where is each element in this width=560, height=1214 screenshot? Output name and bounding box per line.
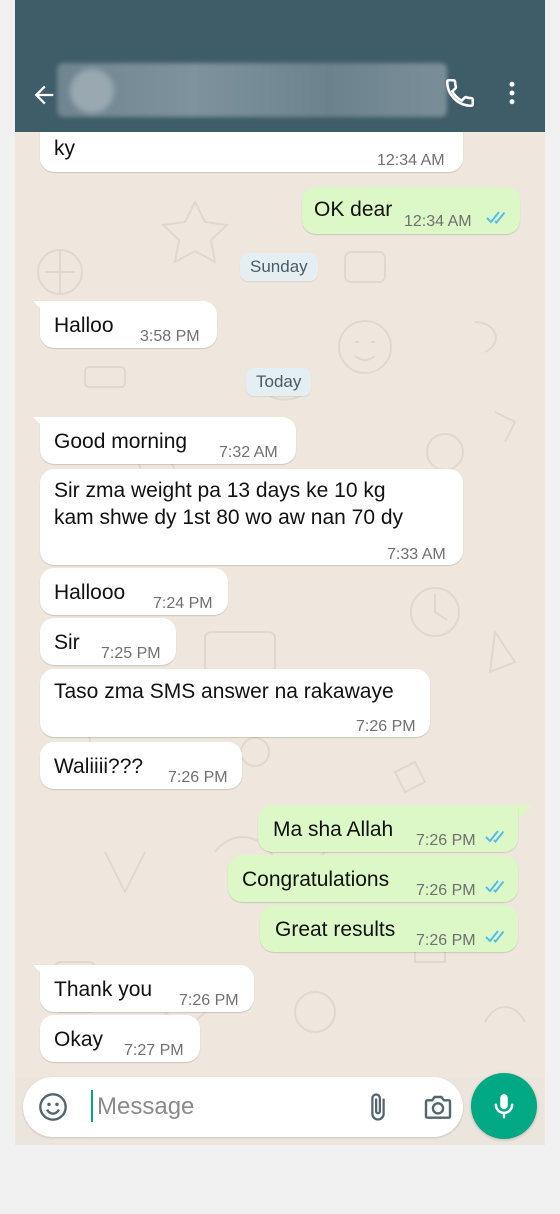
message-text-line: Sir zma weight pa 13 days ke 10 kg bbox=[54, 479, 386, 502]
voice-message-button[interactable] bbox=[471, 1073, 537, 1139]
message-text: Great results bbox=[275, 918, 396, 941]
message-text: Congratulations bbox=[242, 868, 390, 891]
message-incoming[interactable]: Good morning 7:32 AM bbox=[40, 417, 296, 464]
system-nav-area bbox=[15, 1145, 545, 1214]
read-receipt-icon bbox=[485, 930, 505, 943]
message-text: Ma sha Allah bbox=[273, 818, 394, 841]
camera-icon[interactable] bbox=[421, 1091, 455, 1123]
date-divider: Today bbox=[246, 368, 312, 396]
message-text: Thank you bbox=[54, 978, 153, 1001]
message-text: Taso zma SMS answer na rakawaye bbox=[54, 680, 394, 703]
message-text: Halloo bbox=[54, 314, 114, 337]
date-label: Today bbox=[256, 372, 302, 391]
message-text: OK dear bbox=[314, 198, 393, 221]
message-time: 7:26 PM bbox=[179, 992, 239, 1009]
more-vert-icon bbox=[509, 81, 515, 105]
avatar[interactable] bbox=[70, 69, 114, 113]
message-time: 12:34 AM bbox=[404, 213, 472, 230]
chat-header bbox=[15, 58, 545, 132]
contact-name-blurred[interactable] bbox=[57, 63, 447, 117]
left-edge bbox=[0, 0, 15, 1214]
message-time: 7:25 PM bbox=[101, 645, 161, 662]
mic-icon bbox=[494, 1094, 514, 1119]
message-text-line: kam shwe dy 1st 80 wo aw nan 70 dy bbox=[54, 506, 404, 529]
message-text: Good morning bbox=[54, 430, 188, 453]
message-incoming[interactable]: Sir zma weight pa 13 days ke 10 kg kam s… bbox=[40, 469, 463, 565]
message-incoming[interactable]: Waliiii??? 7:26 PM bbox=[40, 742, 242, 789]
message-list[interactable]: ky 12:34 AM OK dear 12:34 AM Sunday Hall… bbox=[15, 132, 545, 1077]
message-outgoing[interactable]: OK dear 12:34 AM bbox=[302, 187, 520, 234]
message-incoming[interactable]: Okay 7:27 PM bbox=[40, 1015, 200, 1062]
message-time: 7:32 AM bbox=[219, 444, 278, 461]
status-bar bbox=[15, 0, 545, 58]
message-incoming[interactable]: Hallooo 7:24 PM bbox=[40, 568, 228, 615]
message-time: 7:27 PM bbox=[124, 1042, 184, 1059]
message-time: 7:26 PM bbox=[416, 832, 476, 849]
message-text: Sir bbox=[54, 631, 80, 654]
message-text: ky bbox=[54, 137, 75, 160]
message-incoming[interactable]: Thank you 7:26 PM bbox=[40, 965, 254, 1012]
message-outgoing[interactable]: Congratulations 7:26 PM bbox=[228, 855, 518, 902]
message-text: Waliiii??? bbox=[54, 755, 144, 778]
message-time: 7:26 PM bbox=[416, 882, 476, 899]
voice-call-button[interactable] bbox=[443, 76, 477, 110]
message-outgoing[interactable]: Great results 7:26 PM bbox=[260, 905, 518, 952]
text-cursor bbox=[91, 1090, 93, 1122]
bubble-tail bbox=[518, 805, 532, 819]
message-incoming[interactable]: Halloo 3:58 PM bbox=[40, 301, 217, 348]
message-incoming[interactable]: ky 12:34 AM bbox=[40, 132, 463, 172]
chat-screen: ky 12:34 AM OK dear 12:34 AM Sunday Hall… bbox=[15, 0, 545, 1214]
message-time: 7:33 AM bbox=[387, 546, 446, 563]
message-text: Hallooo bbox=[54, 581, 126, 604]
right-edge bbox=[545, 0, 560, 1214]
date-divider: Sunday bbox=[240, 253, 318, 281]
message-time: 3:58 PM bbox=[140, 328, 200, 345]
emoji-icon[interactable] bbox=[37, 1091, 69, 1123]
read-receipt-icon bbox=[485, 830, 505, 843]
date-label: Sunday bbox=[250, 257, 308, 276]
voice-call-icon bbox=[445, 78, 475, 108]
message-incoming[interactable]: Sir 7:25 PM bbox=[40, 618, 176, 665]
arrow-back-icon bbox=[34, 85, 54, 105]
message-time: 7:26 PM bbox=[168, 769, 228, 786]
message-time: 7:26 PM bbox=[416, 932, 476, 949]
message-composer bbox=[15, 1073, 545, 1145]
message-time: 7:26 PM bbox=[356, 718, 416, 735]
more-options-button[interactable] bbox=[497, 76, 527, 110]
read-receipt-icon bbox=[486, 211, 506, 224]
read-receipt-icon bbox=[485, 880, 505, 893]
message-time: 7:24 PM bbox=[153, 595, 213, 612]
message-outgoing[interactable]: Ma sha Allah 7:26 PM bbox=[258, 805, 518, 852]
message-time: 12:34 AM bbox=[377, 152, 445, 169]
message-input-bar bbox=[23, 1077, 463, 1137]
message-incoming[interactable]: Taso zma SMS answer na rakawaye 7:26 PM bbox=[40, 669, 430, 737]
message-input[interactable] bbox=[95, 1087, 349, 1127]
message-text: Okay bbox=[54, 1028, 104, 1051]
paperclip-icon[interactable] bbox=[363, 1091, 393, 1123]
